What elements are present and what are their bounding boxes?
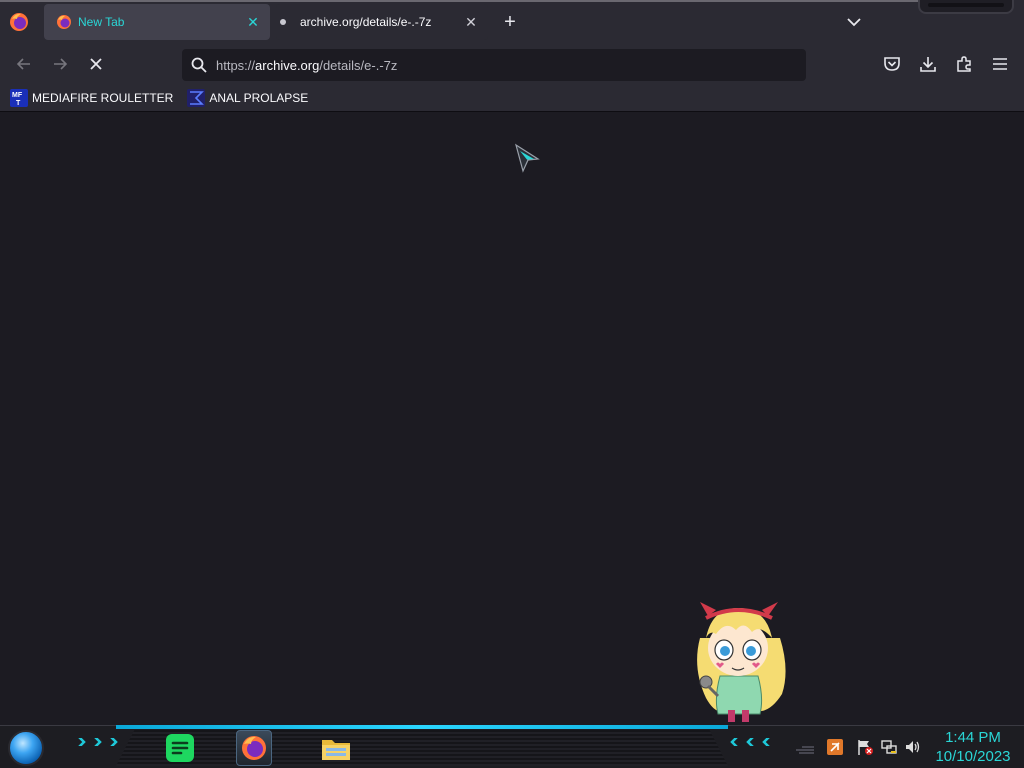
address-bar[interactable]: https://archive.org/details/e-.-7z (182, 49, 806, 81)
url-text[interactable]: https://archive.org/details/e-.-7z (216, 58, 397, 73)
bookmark-mediafire-rouletter[interactable]: MF T MEDIAFIRE ROULETTER (6, 86, 177, 110)
bookmark-anal-prolapse[interactable]: ANAL PROLAPSE (183, 86, 312, 110)
hamburger-menu-icon[interactable] (988, 52, 1012, 76)
tab-archive[interactable]: archive.org/details/e-.-7z ✕ (276, 4, 488, 40)
mouse-cursor (514, 143, 542, 173)
sigma-icon (187, 88, 206, 107)
tab-title: archive.org/details/e-.-7z (300, 15, 432, 29)
desktop-mascot-character (686, 598, 792, 726)
firefox-icon[interactable] (236, 730, 272, 766)
taskbar-deck (116, 730, 728, 766)
taskbar-glow-strip (116, 725, 728, 729)
page-content-area[interactable] (0, 113, 1024, 725)
firefox-icon[interactable] (8, 11, 32, 33)
chevron-down-icon[interactable] (842, 10, 866, 34)
search-icon (190, 56, 208, 74)
firefox-icon (56, 14, 72, 30)
system-clock[interactable]: 1:44 PM 10/10/2023 (926, 728, 1020, 766)
url-scheme: https:// (216, 57, 256, 73)
clock-date: 10/10/2023 (935, 748, 1011, 765)
network-icon[interactable] (880, 738, 898, 756)
taskbar-decoration-left (74, 738, 120, 746)
tab-title: New Tab (78, 15, 125, 29)
bookmark-label: ANAL PROLAPSE (209, 90, 309, 105)
spotify-icon[interactable] (162, 730, 198, 766)
pocket-icon[interactable] (880, 52, 904, 76)
action-center-flag-icon[interactable] (856, 738, 874, 756)
loading-dot (280, 19, 286, 25)
taskbar: 1:44 PM 10/10/2023 (0, 725, 1024, 768)
volume-icon[interactable] (904, 738, 922, 756)
tab-strip: New Tab ✕ archive.org/details/e-.-7z ✕ + (0, 0, 1024, 44)
svg-text:MF: MF (12, 92, 23, 99)
url-path: /details/e-.-7z (319, 57, 398, 73)
mediafire-icon: MF T (10, 88, 28, 107)
svg-text:T: T (16, 100, 21, 107)
file-explorer-icon[interactable] (318, 730, 354, 766)
stop-loading-icon[interactable] (84, 52, 108, 76)
start-button[interactable] (8, 730, 44, 766)
forward-arrow-icon[interactable] (48, 52, 72, 76)
back-arrow-icon[interactable] (12, 52, 36, 76)
window-corner-decoration (918, 0, 1014, 14)
tab-new-tab[interactable]: New Tab ✕ (44, 4, 270, 40)
bookmarks-toolbar: MF T MEDIAFIRE ROULETTER ANAL PROLAPSE (0, 84, 1024, 112)
bookmark-label: MEDIAFIRE ROULETTER (32, 90, 174, 105)
close-tab-icon[interactable]: ✕ (242, 11, 264, 33)
new-tab-button[interactable]: + (498, 10, 522, 34)
extensions-icon[interactable] (952, 52, 976, 76)
tray-app-icon[interactable] (826, 738, 844, 756)
download-icon[interactable] (916, 52, 940, 76)
clock-time: 1:44 PM (945, 729, 1001, 746)
navigation-toolbar: https://archive.org/details/e-.-7z (0, 44, 1024, 84)
url-domain: archive.org (255, 57, 320, 73)
close-tab-icon[interactable]: ✕ (460, 11, 482, 33)
tray-overflow-icon[interactable] (794, 738, 814, 756)
taskbar-decoration-right (728, 738, 774, 746)
